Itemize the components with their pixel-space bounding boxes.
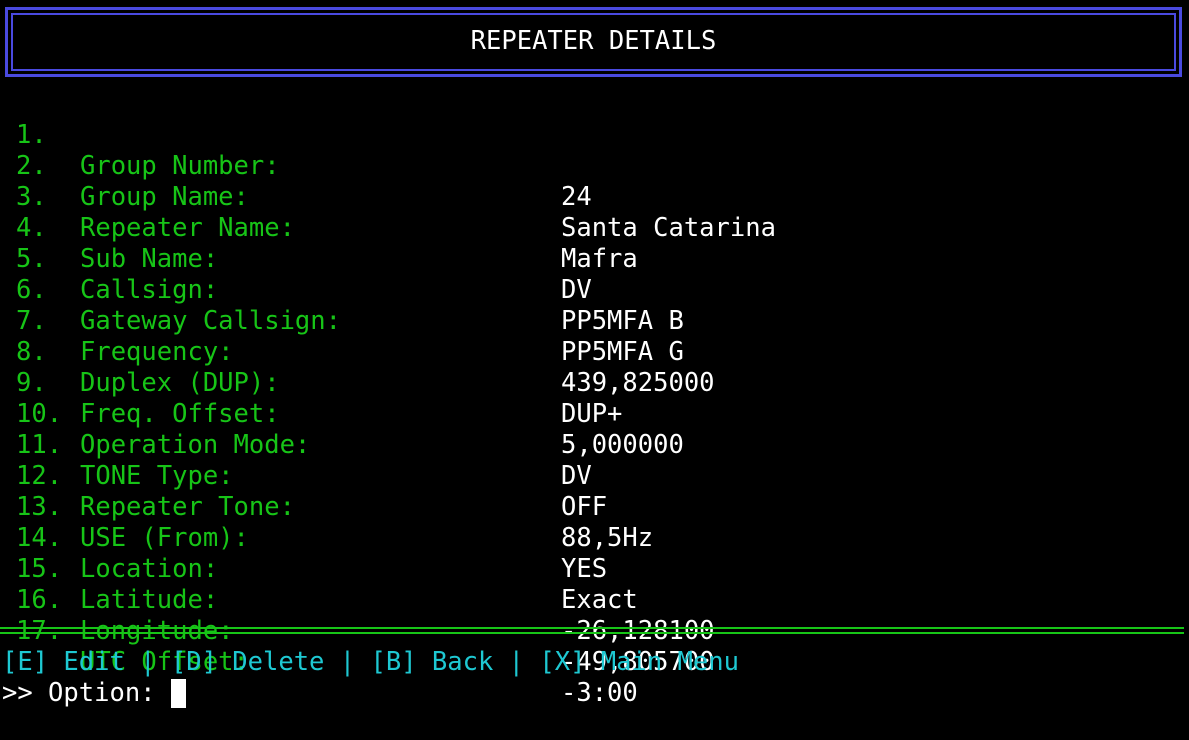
option-prompt[interactable]: >> Option:: [2, 678, 186, 709]
main-menu-option[interactable]: [X] Main Menu: [539, 647, 739, 677]
menu-separator: |: [124, 647, 171, 677]
detail-row-group-name: 2. Group Name: Santa Catarina: [16, 120, 1176, 243]
details-list: 1. Group Number: 24 2. Group Name: Santa…: [16, 89, 1176, 708]
delete-option[interactable]: [D] Delete: [171, 647, 325, 677]
prompt-label: >> Option:: [2, 678, 171, 708]
detail-row-use-from: 13. USE (From): YES: [16, 461, 1176, 584]
detail-row-location: 14. Location: Exact: [16, 492, 1176, 615]
detail-row-tone-type: 11. TONE Type: OFF: [16, 399, 1176, 522]
menu-bar: [E] Edit | [D] Delete | [B] Back | [X] M…: [2, 647, 739, 678]
detail-row-utc-offset: 17. UTC Offset: -3:00: [16, 585, 1176, 708]
detail-row-gateway-callsign: 6. Gateway Callsign: PP5MFA G: [16, 244, 1176, 367]
back-option[interactable]: [B] Back: [370, 647, 493, 677]
detail-row-latitude: 15. Latitude: -26,128100: [16, 523, 1176, 646]
divider-line: [0, 627, 1184, 629]
edit-option[interactable]: [E] Edit: [2, 647, 125, 677]
header-box: REPEATER DETAILS: [5, 7, 1182, 77]
detail-row-operation-mode: 10. Operation Mode: DV: [16, 368, 1176, 491]
menu-separator: |: [493, 647, 540, 677]
detail-row-freq-offset: 9. Freq. Offset: 5,000000: [16, 337, 1176, 460]
text-cursor[interactable]: [170, 679, 186, 708]
divider-line: [0, 632, 1184, 634]
detail-row-repeater-tone: 12. Repeater Tone: 88,5Hz: [16, 430, 1176, 553]
detail-row-repeater-name: 3. Repeater Name: Mafra: [16, 151, 1176, 274]
detail-row-group-number: 1. Group Number: 24: [16, 89, 1176, 212]
detail-row-longitude: 16. Longitude: -49,805700: [16, 554, 1176, 677]
detail-row-callsign: 5. Callsign: PP5MFA B: [16, 213, 1176, 336]
detail-row-frequency: 7. Frequency: 439,825000: [16, 275, 1176, 398]
page-title: REPEATER DETAILS: [470, 26, 717, 56]
detail-row-duplex: 8. Duplex (DUP): DUP+: [16, 306, 1176, 429]
menu-separator: |: [324, 647, 371, 677]
field-value: -3:00: [561, 678, 638, 708]
detail-row-sub-name: 4. Sub Name: DV: [16, 182, 1176, 305]
header-box-inner: REPEATER DETAILS: [11, 13, 1176, 71]
